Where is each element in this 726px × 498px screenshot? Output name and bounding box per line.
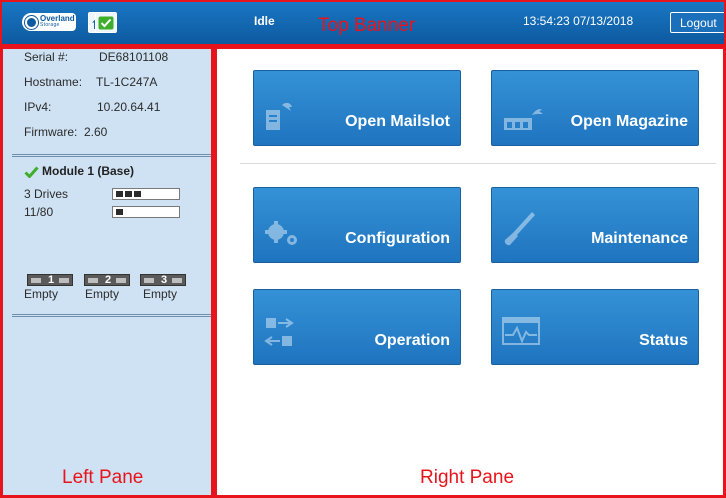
slots-count: 11/80 — [24, 205, 54, 219]
info-hostname: Hostname: TL-1C247A — [24, 75, 158, 89]
status-label: Status — [639, 332, 688, 349]
tile-group-separator — [240, 163, 716, 164]
magazine-1[interactable]: 1 — [27, 274, 73, 286]
clock: 13:54:23 07/13/2018 — [523, 14, 633, 28]
status-check-button[interactable] — [95, 12, 117, 33]
magazine-1-number: 1 — [47, 274, 55, 286]
slots-meter — [112, 206, 180, 218]
drives-meter-segment — [134, 191, 141, 197]
logout-button[interactable]: Logout — [670, 12, 726, 33]
module-title: Module 1 (Base) — [42, 164, 135, 178]
check-icon — [98, 16, 114, 29]
magazine-1-status: Empty — [24, 287, 59, 301]
info-firmware: Firmware: 2.60 — [24, 125, 108, 139]
drives-count: 3 Drives — [24, 187, 69, 201]
right-pane-caption: Right Pane — [420, 467, 515, 488]
magazine-icon — [504, 109, 543, 130]
magazine-2[interactable]: 2 — [84, 274, 130, 286]
magazine-3-number: 3 — [160, 274, 168, 286]
gears-icon — [265, 221, 297, 245]
drives-meter-segment — [125, 191, 132, 197]
open-magazine-label: Open Magazine — [570, 113, 688, 130]
info-ipv4: IPv4: 10.20.64.41 — [24, 100, 161, 114]
operation-icon — [264, 318, 294, 346]
maintenance-label: Maintenance — [591, 230, 688, 247]
drives-meter-segment — [116, 191, 123, 197]
magazine-3[interactable]: 3 — [140, 274, 186, 286]
operation-label: Operation — [374, 332, 450, 349]
module-ok-check-icon — [24, 166, 39, 178]
clock-time: 13:54:23 — [523, 14, 570, 28]
magazine-2-status: Empty — [85, 287, 120, 301]
status-icon — [502, 317, 540, 345]
magazine-3-status: Empty — [143, 287, 178, 301]
wrench-icon — [504, 212, 535, 246]
magazine-2-number: 2 — [104, 274, 112, 286]
logo-subtext: Storage — [40, 22, 60, 28]
left-divider-top — [12, 154, 211, 155]
top-banner: Overland Storage Idle Top Banner 13:54:2… — [0, 0, 726, 44]
library-status: Idle — [254, 14, 275, 28]
slots-meter-segment — [116, 209, 123, 215]
maintenance-button[interactable]: Maintenance — [491, 187, 699, 263]
configuration-button[interactable]: Configuration — [253, 187, 461, 263]
configuration-label: Configuration — [345, 230, 450, 247]
top-banner-caption: Top Banner — [318, 15, 416, 36]
clock-date: 07/13/2018 — [573, 14, 634, 28]
overland-logo: Overland Storage — [22, 13, 76, 31]
operation-button[interactable]: Operation — [253, 289, 461, 365]
open-magazine-button[interactable]: Open Magazine — [491, 70, 699, 146]
drives-meter — [112, 188, 180, 200]
open-mailslot-label: Open Mailslot — [345, 113, 450, 130]
info-serial: Serial #: DE68101108 — [24, 50, 169, 64]
left-pane-caption: Left Pane — [62, 467, 144, 488]
status-button[interactable]: Status — [491, 289, 699, 365]
left-divider-bottom — [12, 314, 211, 315]
logo-mark-icon — [25, 15, 38, 29]
open-mailslot-button[interactable]: Open Mailslot — [253, 70, 461, 146]
mailslot-icon — [266, 102, 292, 130]
